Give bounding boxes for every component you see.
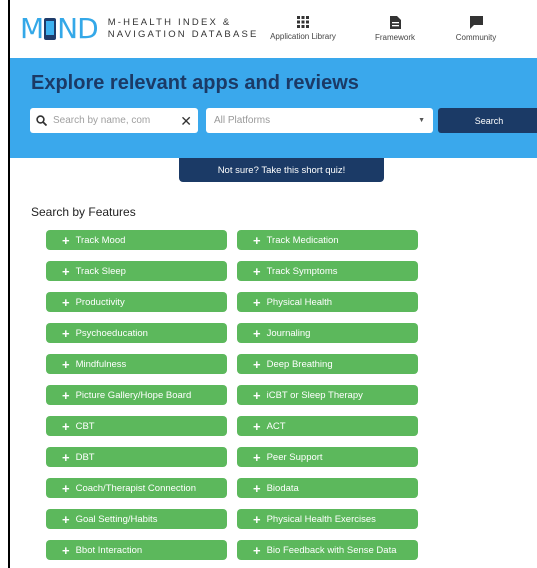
feature-button[interactable]: + Mindfulness — [46, 354, 227, 374]
feature-button[interactable]: + ACT — [237, 416, 418, 436]
feature-label: Physical Health Exercises — [266, 513, 376, 525]
plus-icon: + — [62, 356, 70, 372]
plus-icon: + — [62, 542, 70, 558]
logo-wordmark: M ND — [20, 12, 99, 45]
features-heading: Search by Features — [31, 205, 136, 219]
plus-icon: + — [253, 449, 261, 465]
feature-button[interactable]: + Track Medication — [237, 230, 418, 250]
feature-button[interactable]: + Bio Feedback with Sense Data — [237, 540, 418, 560]
feature-button[interactable]: + Track Symptoms — [237, 261, 418, 281]
grid-icon — [297, 16, 309, 28]
plus-icon: + — [62, 263, 70, 279]
plus-icon: + — [62, 449, 70, 465]
nav-application-library[interactable]: Application Library — [268, 16, 338, 41]
feature-button[interactable]: + Psychoeducation — [46, 323, 227, 343]
feature-label: DBT — [75, 451, 95, 463]
plus-icon: + — [253, 294, 261, 310]
plus-icon: + — [253, 480, 261, 496]
top-header: M ND M-HEALTH INDEX & NAVIGATION DATABASE… — [10, 0, 537, 58]
plus-icon: + — [253, 418, 261, 434]
feature-button[interactable]: + Bbot Interaction — [46, 540, 227, 560]
nav-label: Application Library — [270, 32, 336, 41]
chevron-down-icon: ▼ — [418, 117, 425, 124]
plus-icon: + — [62, 232, 70, 248]
phone-icon — [44, 18, 57, 40]
feature-button[interactable]: + Physical Health Exercises — [237, 509, 418, 529]
feature-label: Productivity — [75, 296, 125, 308]
feature-label: Goal Setting/Habits — [75, 513, 158, 525]
quiz-button[interactable]: Not sure? Take this short quiz! — [179, 158, 384, 182]
plus-icon: + — [62, 294, 70, 310]
logo-subtitle: M-HEALTH INDEX & NAVIGATION DATABASE — [108, 17, 259, 41]
chat-icon — [469, 16, 483, 29]
plus-icon: + — [62, 511, 70, 527]
feature-button[interactable]: + Picture Gallery/Hope Board — [46, 385, 227, 405]
feature-button[interactable]: + CBT — [46, 416, 227, 436]
feature-button[interactable]: + Productivity — [46, 292, 227, 312]
feature-button[interactable]: + Goal Setting/Habits — [46, 509, 227, 529]
plus-icon: + — [253, 325, 261, 341]
plus-icon: + — [62, 480, 70, 496]
feature-label: Psychoeducation — [75, 327, 148, 339]
feature-button[interactable]: + Track Sleep — [46, 261, 227, 281]
feature-label: Mindfulness — [75, 358, 127, 370]
feature-button[interactable]: + Physical Health — [237, 292, 418, 312]
nav-community[interactable]: Community — [446, 16, 506, 42]
plus-icon: + — [62, 387, 70, 403]
feature-label: Biodata — [266, 482, 299, 494]
feature-label: CBT — [75, 420, 95, 432]
feature-button[interactable]: + Deep Breathing — [237, 354, 418, 374]
feature-label: Track Mood — [75, 234, 126, 246]
search-input[interactable] — [53, 115, 161, 126]
platform-select-value: All Platforms — [214, 115, 271, 126]
feature-label: Picture Gallery/Hope Board — [75, 389, 192, 401]
plus-icon: + — [253, 387, 261, 403]
feature-label: Bbot Interaction — [75, 544, 143, 556]
feature-button[interactable]: + Coach/Therapist Connection — [46, 478, 227, 498]
feature-label: Track Medication — [266, 234, 339, 246]
logo-subtitle-line2: NAVIGATION DATABASE — [107, 29, 259, 40]
feature-label: Track Symptoms — [266, 265, 338, 277]
feature-label: Journaling — [266, 327, 311, 339]
search-button[interactable]: Search — [438, 108, 537, 133]
feature-button[interactable]: + Biodata — [237, 478, 418, 498]
feature-button[interactable]: + Peer Support — [237, 447, 418, 467]
plus-icon: + — [253, 232, 261, 248]
nav-label: Framework — [374, 33, 415, 42]
close-icon[interactable]: ✕ — [180, 114, 192, 128]
plus-icon: + — [253, 542, 261, 558]
feature-label: Coach/Therapist Connection — [75, 482, 196, 494]
plus-icon: + — [253, 263, 261, 279]
feature-button[interactable]: + DBT — [46, 447, 227, 467]
nav-framework[interactable]: Framework — [370, 16, 420, 42]
document-icon — [389, 16, 401, 29]
nav-label: Community — [455, 33, 497, 42]
logo-subtitle-line1: M-HEALTH INDEX & — [107, 17, 232, 28]
search-icon — [36, 115, 47, 126]
platform-select[interactable]: All Platforms ▼ — [206, 108, 433, 133]
feature-label: Deep Breathing — [266, 358, 333, 370]
plus-icon: + — [253, 511, 261, 527]
feature-label: ACT — [266, 420, 286, 432]
search-box[interactable]: ✕ — [30, 108, 198, 133]
hero-title: Explore relevant apps and reviews — [31, 72, 359, 94]
feature-button[interactable]: + iCBT or Sleep Therapy — [237, 385, 418, 405]
mind-logo[interactable]: M ND M-HEALTH INDEX & NAVIGATION DATABASE — [20, 14, 259, 44]
feature-button[interactable]: + Journaling — [237, 323, 418, 343]
plus-icon: + — [253, 356, 261, 372]
feature-label: Bio Feedback with Sense Data — [266, 544, 397, 556]
feature-label: Peer Support — [266, 451, 323, 463]
plus-icon: + — [62, 418, 70, 434]
plus-icon: + — [62, 325, 70, 341]
feature-label: Physical Health — [266, 296, 333, 308]
feature-label: Track Sleep — [75, 265, 126, 277]
feature-button[interactable]: + Track Mood — [46, 230, 227, 250]
search-hero: Explore relevant apps and reviews ✕ All … — [10, 58, 537, 158]
feature-label: iCBT or Sleep Therapy — [266, 389, 363, 401]
